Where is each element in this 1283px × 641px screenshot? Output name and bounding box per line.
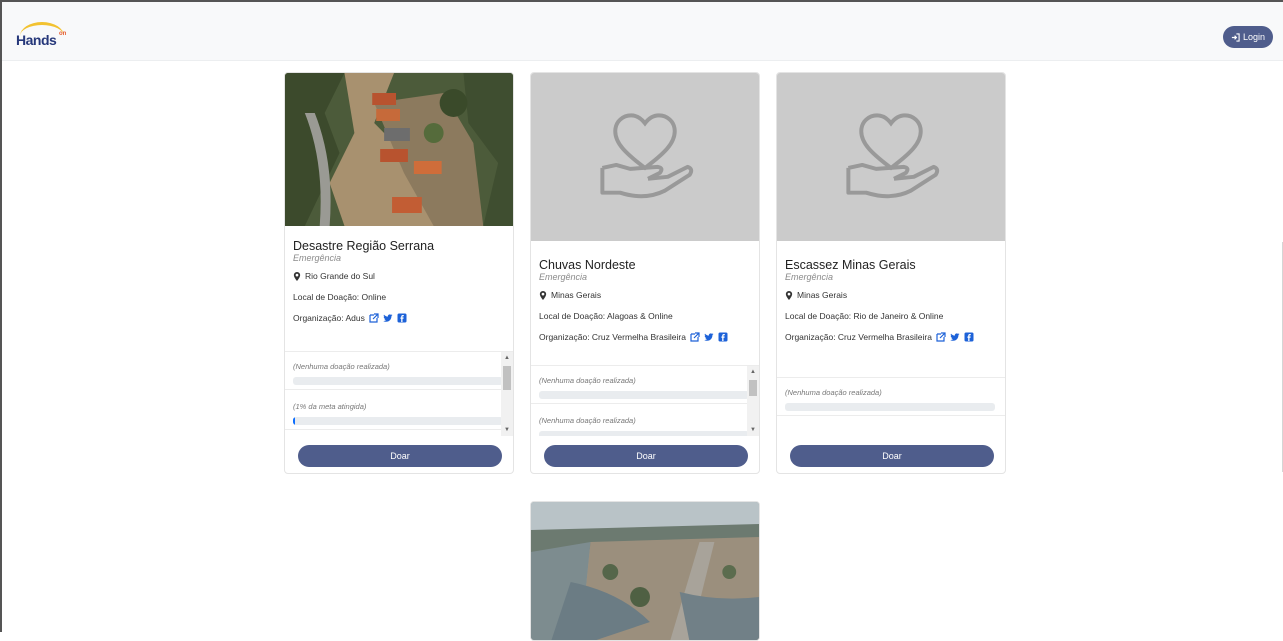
scroll-up-arrow[interactable]: ▲: [749, 368, 757, 376]
progress-bar: [293, 417, 503, 425]
campaign-card: Chuvas Nordeste Emergência Minas Gerais …: [530, 72, 760, 474]
progress-label: (Nenhuma doação realizada): [785, 388, 882, 397]
twitter-icon[interactable]: [950, 332, 960, 342]
login-label: Login: [1242, 32, 1266, 42]
donate-button[interactable]: Doar: [790, 445, 994, 467]
progress-list[interactable]: (Nenhuma doação realizada) (Nenhuma doaç…: [531, 365, 759, 436]
progress-scrollbar[interactable]: ▲ ▼: [747, 366, 759, 436]
twitter-icon[interactable]: [704, 332, 714, 342]
campaign-card: Escassez Minas Gerais Emergência Minas G…: [776, 72, 1006, 474]
scroll-up-arrow[interactable]: ▲: [503, 354, 511, 362]
donation-place: Local de Doação: Rio de Janeiro & Online: [785, 311, 944, 321]
heart-hand-icon: [600, 113, 694, 199]
facebook-icon[interactable]: [397, 313, 407, 323]
external-link-icon[interactable]: [690, 332, 700, 342]
scroll-thumb[interactable]: [503, 366, 511, 390]
progress-label: (Nenhuma doação realizada): [293, 362, 390, 371]
campaign-category: Emergência: [293, 253, 342, 263]
card-body: Desastre Região Serrana Emergência Rio G…: [293, 239, 505, 323]
hands-on-logo[interactable]: Hands on: [16, 22, 76, 52]
campaign-image-placeholder: [777, 73, 1005, 241]
card-body: Chuvas Nordeste Emergência Minas Gerais …: [539, 258, 751, 342]
progress-item: (Nenhuma doação realizada): [777, 378, 1005, 416]
organization-text: Organização: Cruz Vermelha Brasileira: [539, 332, 686, 342]
logo-text: Hands: [16, 32, 57, 48]
organization-row: Organização: Cruz Vermelha Brasileira: [539, 332, 751, 342]
campaign-image-landslide: [285, 73, 513, 226]
progress-item: (Nenhuma doação realizada): [285, 352, 513, 390]
donate-button[interactable]: Doar: [544, 445, 748, 467]
progress-fill: [293, 417, 296, 425]
donate-button[interactable]: Doar: [298, 445, 502, 467]
campaign-card: Desastre Região Serrana Emergência Rio G…: [284, 72, 514, 474]
external-link-icon[interactable]: [369, 313, 379, 323]
navbar: Hands on Login: [2, 2, 1283, 61]
campaign-location: Rio Grande do Sul: [293, 271, 505, 281]
external-link-icon[interactable]: [936, 332, 946, 342]
progress-list: (Nenhuma doação realizada): [777, 377, 1005, 426]
campaign-category: Emergência: [539, 272, 588, 282]
progress-list[interactable]: (Nenhuma doação realizada) (1% da meta a…: [285, 351, 513, 436]
facebook-icon[interactable]: [964, 332, 974, 342]
scroll-thumb[interactable]: [749, 380, 757, 396]
campaign-location: Minas Gerais: [539, 290, 751, 300]
progress-bar: [539, 391, 749, 399]
map-pin-icon: [785, 290, 793, 300]
campaign-card: [530, 501, 760, 641]
campaign-title: Chuvas Nordeste: [539, 258, 636, 272]
organization-row: Organização: Adus: [293, 313, 505, 323]
login-icon: [1231, 32, 1240, 42]
campaign-location: Minas Gerais: [785, 290, 997, 300]
organization-row: Organização: Cruz Vermelha Brasileira: [785, 332, 997, 342]
progress-bar: [539, 431, 749, 436]
map-pin-icon: [293, 271, 301, 281]
progress-item: (Nenhuma doação realizada): [531, 366, 759, 404]
donation-place: Local de Doação: Alagoas & Online: [539, 311, 673, 321]
location-text: Rio Grande do Sul: [305, 271, 375, 281]
campaign-title: Escassez Minas Gerais: [785, 258, 916, 272]
campaign-image-flood: [531, 502, 759, 640]
heart-hand-icon: [846, 113, 940, 199]
campaign-category: Emergência: [785, 272, 834, 282]
progress-label: (Nenhuma doação realizada): [539, 416, 636, 425]
progress-item: (1% da meta atingida): [285, 390, 513, 430]
organization-text: Organização: Adus: [293, 313, 365, 323]
campaign-title: Desastre Região Serrana: [293, 239, 435, 253]
progress-item: (Nenhuma doação realizada): [531, 404, 759, 436]
scroll-down-arrow[interactable]: ▼: [749, 426, 757, 434]
twitter-icon[interactable]: [383, 313, 393, 323]
location-text: Minas Gerais: [551, 290, 602, 300]
facebook-icon[interactable]: [718, 332, 728, 342]
progress-label: (Nenhuma doação realizada): [539, 376, 636, 385]
progress-bar: [785, 403, 995, 411]
map-pin-icon: [539, 290, 547, 300]
login-button[interactable]: Login: [1223, 26, 1273, 48]
scroll-down-arrow[interactable]: ▼: [503, 426, 511, 434]
location-text: Minas Gerais: [797, 290, 848, 300]
logo-sup: on: [59, 31, 67, 37]
progress-scrollbar[interactable]: ▲ ▼: [501, 352, 513, 436]
progress-bar: [293, 377, 503, 385]
organization-text: Organização: Cruz Vermelha Brasileira: [785, 332, 932, 342]
card-body: Escassez Minas Gerais Emergência Minas G…: [785, 258, 997, 342]
progress-label: (1% da meta atingida): [293, 402, 367, 411]
donation-place: Local de Doação: Online: [293, 292, 387, 302]
campaign-image-placeholder: [531, 73, 759, 241]
